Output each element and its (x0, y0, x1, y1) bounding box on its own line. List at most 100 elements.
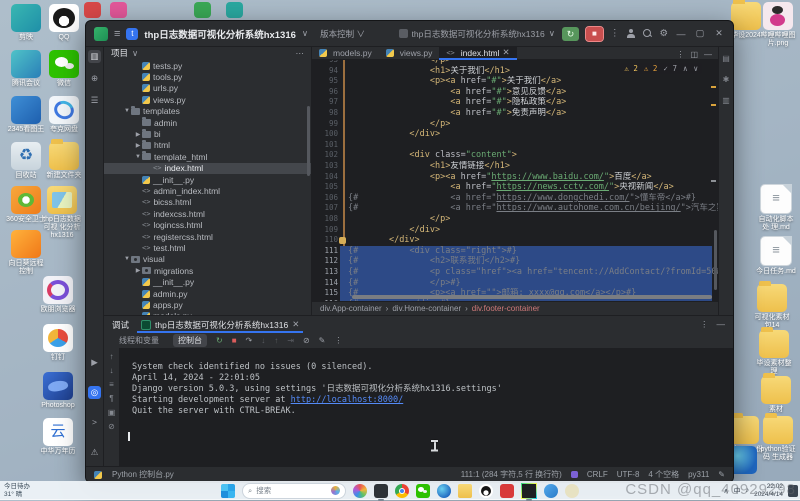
taskbar-files-app[interactable] (374, 484, 388, 498)
close-icon[interactable]: ⊘ (108, 422, 115, 431)
next-problem-icon[interactable]: ∨ (693, 64, 698, 73)
debug-icon[interactable]: ◎ (88, 386, 101, 399)
project-panel-title[interactable]: 项目 (111, 47, 128, 59)
desktop-icon-2345看图王[interactable]: 2345看图王 (6, 96, 46, 134)
desktop-icon-360安全卫士[interactable]: 360安全卫士 (6, 186, 46, 224)
desktop-icon-新建文件夹[interactable]: 新建文件夹 (44, 142, 84, 180)
tree-item-__init__.py[interactable]: __init__.py (104, 174, 311, 185)
taskbar-edge[interactable] (437, 484, 451, 498)
desktop-icon-哔哩哔哩图片.png[interactable]: 哔哩哔哩图片.png (758, 2, 798, 48)
desktop-icon-素材[interactable]: 素材 (756, 376, 796, 414)
tab-views.py[interactable]: views.py (379, 46, 440, 59)
desktop-icon-腾讯会议[interactable]: 腾讯会议 (6, 50, 46, 88)
desktop-icon-毕设素材整理[interactable]: 毕设素材整理 (754, 330, 794, 376)
more-icon[interactable]: ⋮ (334, 336, 342, 345)
code-line-108[interactable]: 108 </p> (312, 214, 718, 225)
breadcrumb-div.Home-container[interactable]: div.Home-container (392, 304, 461, 313)
debug-session-tab[interactable]: thp日志数据可视化分析系统hx1316 ✕ (137, 316, 303, 333)
code-line-96[interactable]: 96 <a href="#">意见反馈</a> (312, 87, 718, 98)
chevron-down-icon[interactable]: ▼ (123, 108, 131, 114)
desktop-icon-Photoshop[interactable]: Photoshop (38, 372, 78, 410)
desktop-icon-钉钉[interactable]: 钉钉 (38, 324, 78, 362)
project-title[interactable]: thp日志数据可视化分析系统hx1316 (144, 27, 296, 41)
code-line-106[interactable]: 106{# <a href="https://www.dongchedi.com… (312, 193, 718, 204)
line-separator[interactable]: CRLF (587, 470, 608, 479)
chevron-down-icon[interactable]: ▼ (123, 256, 131, 262)
inspections-widget[interactable]: ⚠ 2 ⚠ 2 ✓ 7 ∧ ∨ (620, 63, 702, 74)
more-icon[interactable]: ⋮ (610, 28, 620, 39)
run-to-cursor-icon[interactable]: ⇥ (287, 336, 294, 345)
edit-icon[interactable]: ✎ (319, 336, 326, 345)
tree-item-apps.py[interactable]: apps.py (104, 299, 311, 310)
code-line-107[interactable]: 107{# <a href="https://www.autohome.com.… (312, 203, 718, 214)
taskbar-music-app[interactable] (500, 484, 514, 498)
desktop-icon-可视化素材包14[interactable]: 可视化素材包14 (752, 284, 792, 330)
code-line-102[interactable]: 102 <div class="content"> (312, 150, 718, 161)
taskbar-telegram-app[interactable] (544, 484, 558, 498)
run-config-selector[interactable]: thp日志数据可视化分析系统hx1316 ∨ (399, 28, 555, 40)
taskbar-app[interactable] (565, 484, 579, 498)
tree-item-registercss.html[interactable]: <>registercss.html (104, 231, 311, 242)
debug-view-tab-控制台[interactable]: 控制台 (173, 334, 207, 347)
desktop-icon-夸克网盘[interactable]: 夸克网盘 (44, 96, 84, 134)
chevron-right-icon[interactable]: ▶ (134, 142, 142, 149)
step-out-icon[interactable]: ↑ (274, 336, 278, 345)
code-line-98[interactable]: 98 <a href="#">免责声明</a> (312, 108, 718, 119)
tree-item-bi[interactable]: ▶bi (104, 128, 311, 139)
desktop-icon-自动化脚本处 理.md[interactable]: 自动化脚本处 理.md (756, 184, 796, 232)
tab-models.py[interactable]: models.py (312, 46, 379, 59)
step-over-icon[interactable]: ↷ (246, 336, 253, 345)
code-line-100[interactable]: 100 </div> (312, 129, 718, 140)
code-line-103[interactable]: 103 <h1>友情链接</h1> (312, 161, 718, 172)
desktop-icon-stub[interactable] (194, 2, 211, 18)
taskbar-search-box[interactable]: ⌕搜索 (242, 483, 346, 499)
tree-item-visual[interactable]: ▼visual (104, 254, 311, 265)
close-button[interactable]: ✕ (713, 28, 725, 39)
code-line-113[interactable]: 113{# <p class="href"><a href="tencent:/… (312, 267, 718, 278)
tree-item-admin[interactable]: admin (104, 117, 311, 128)
debug-console[interactable]: System check identified no issues (0 sil… (120, 348, 733, 467)
rerun-icon[interactable]: ↻ (216, 336, 223, 345)
chevron-down-icon[interactable]: ∨ (302, 28, 308, 39)
desktop-icon-欧朋浏览器[interactable]: 欧朋浏览器 (38, 276, 78, 314)
stop-icon[interactable]: ■ (232, 336, 237, 345)
breadcrumb-div.footer-container[interactable]: div.footer-container (472, 304, 540, 313)
notifications-button[interactable] (788, 485, 798, 497)
code-line-111[interactable]: 111{# <div class="right">#} (312, 246, 718, 257)
more-icon[interactable]: ⋮ (700, 319, 709, 330)
gradle-icon[interactable]: ✱ (723, 75, 730, 84)
warning-stripe-mark[interactable] (711, 104, 716, 106)
soft-wrap-icon[interactable]: ≡ (109, 380, 114, 389)
start-button[interactable] (221, 484, 235, 498)
tree-item-templates[interactable]: ▼templates (104, 106, 311, 117)
main-menu-icon[interactable]: ≡ (114, 28, 120, 40)
tree-item-models.py[interactable]: models.py (104, 311, 311, 316)
tray-clock[interactable]: 22:02 2024/4/14 (754, 483, 783, 498)
more-icon[interactable]: ⋮ (676, 50, 684, 59)
vcs-widget[interactable]: 版本控制 ∨ (320, 28, 365, 40)
chevron-down-icon[interactable]: ▼ (134, 154, 142, 160)
ime-indicator[interactable]: 中 (734, 486, 741, 496)
taskbar-paint-app[interactable] (353, 484, 367, 498)
taskbar-pycharm[interactable] (521, 483, 537, 499)
desktop-icon-python验证码 生成器[interactable]: python验证码 生成器 (758, 416, 798, 462)
desktop-icon-stub[interactable] (84, 2, 101, 18)
tree-item-template_html[interactable]: ▼template_html (104, 151, 311, 162)
desktop-icon-stub[interactable] (226, 2, 243, 18)
tree-item-bicss.html[interactable]: <>bicss.html (104, 197, 311, 208)
stripe-mark[interactable] (711, 180, 716, 182)
tab-index.html[interactable]: <>index.html✕ (439, 46, 516, 59)
file-encoding[interactable]: UTF-8 (617, 470, 640, 479)
chevron-down-icon[interactable]: ∨ (132, 48, 138, 59)
desktop-icon-stub[interactable] (110, 2, 127, 18)
scroll-bottom-icon[interactable]: ↓ (110, 366, 114, 375)
status-left[interactable]: Python 控制台.py (112, 469, 174, 480)
tree-item-admin.py[interactable]: admin.py (104, 288, 311, 299)
scrollbar[interactable] (307, 106, 310, 176)
tree-item-tests.py[interactable]: tests.py (104, 60, 311, 71)
close-icon[interactable]: ✕ (503, 47, 510, 58)
terminal-icon[interactable]: > (88, 416, 101, 429)
profile-icon[interactable] (626, 29, 636, 39)
code-line-104[interactable]: 104 <p><a href="https://www.baidu.com/">… (312, 172, 718, 183)
desktop-icon-向日葵远程控制[interactable]: 向日葵远程控制 (6, 230, 46, 276)
